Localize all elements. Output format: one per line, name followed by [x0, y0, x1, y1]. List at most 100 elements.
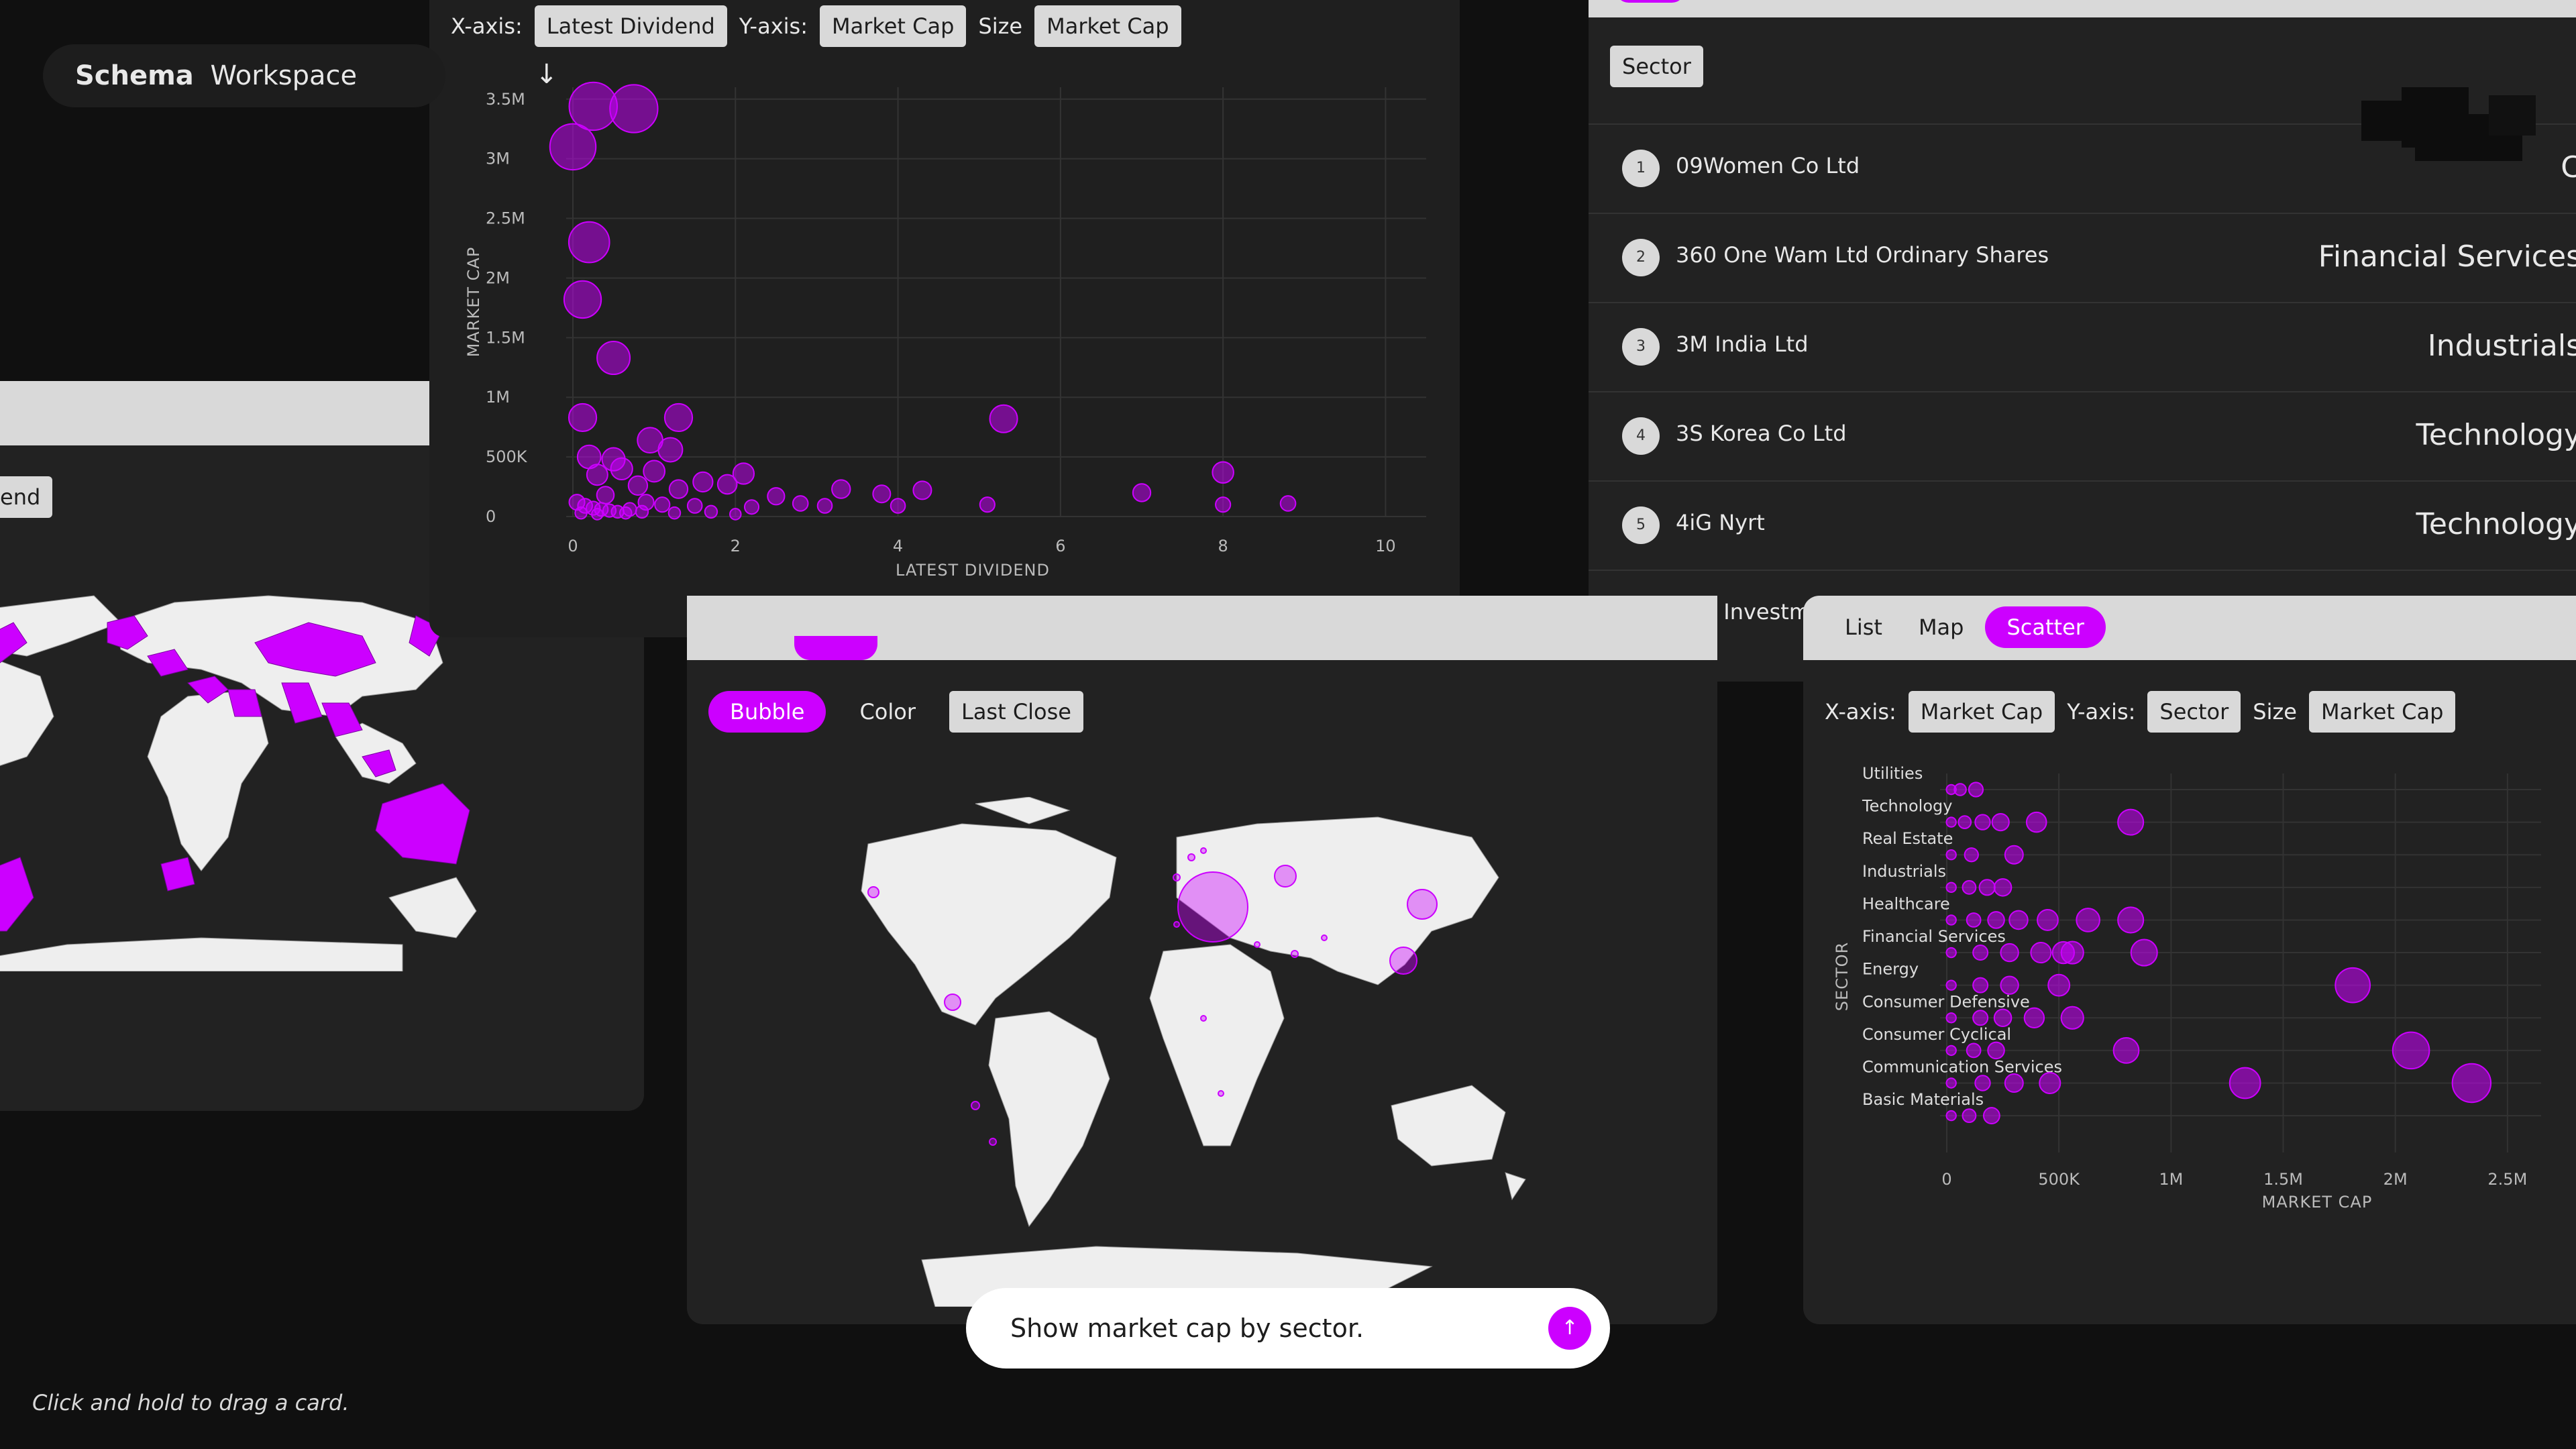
- row-number: 4: [1622, 417, 1660, 455]
- data-point: [1993, 1008, 2012, 1028]
- data-point: [1991, 813, 2010, 832]
- yaxis-select[interactable]: Sector: [2147, 691, 2241, 733]
- data-point: [2112, 1037, 2140, 1064]
- data-point: [979, 496, 996, 513]
- sector-scatter-controls: X-axis: Market Cap Y-axis: Sector Size M…: [1825, 691, 2456, 733]
- data-point: [586, 464, 608, 486]
- data-point: [1945, 1110, 1957, 1122]
- data-point: [743, 499, 760, 515]
- workspace-brand[interactable]: Schema Workspace: [43, 44, 445, 107]
- y-tick-label: Healthcare: [1862, 894, 1950, 913]
- left-card-chip[interactable]: end: [0, 476, 53, 518]
- company-sector: Financial Services: [2318, 239, 2576, 274]
- data-point: [2130, 938, 2158, 967]
- y-tick-label: 1.5M: [486, 328, 525, 347]
- data-point: [1945, 1077, 1957, 1089]
- tab-list[interactable]: List: [1830, 606, 1897, 648]
- data-point: [792, 495, 809, 512]
- sector-scatter-chart: 0 500K 1M 1.5M 2M 2.5M Utilities Technology Real…: [1833, 764, 2541, 1212]
- y-tick-label: Utilities: [1862, 764, 1923, 783]
- company-list-card[interactable]: Sector 1 09Women Co Ltd C 2 360 One Wam Ltd …: [1589, 0, 2576, 682]
- xaxis-select[interactable]: Latest Dividend: [534, 5, 727, 47]
- list-item[interactable]: 2 360 One Wam Ltd Ordinary Shares Financia…: [1589, 213, 2576, 302]
- map-card-active-tab-hint: [794, 636, 877, 660]
- data-point: [1945, 914, 1957, 926]
- sector-column-chip[interactable]: Sector: [1610, 46, 1703, 87]
- data-point: [2000, 943, 2019, 963]
- brand-name: Schema: [75, 60, 194, 91]
- y-axis-label: SECTOR: [1833, 942, 1851, 1011]
- view-tabs: List Map Scatter: [1830, 606, 2106, 648]
- data-point: [1993, 878, 2012, 897]
- company-sector: Technology: [2416, 507, 2576, 541]
- data-point: [1964, 847, 1979, 863]
- row-number: 1: [1622, 150, 1660, 187]
- company-name: 3M India Ltd: [1676, 331, 1809, 357]
- data-point: [1215, 496, 1232, 513]
- xaxis-select[interactable]: Market Cap: [1908, 691, 2055, 733]
- x-tick-label: 1M: [2159, 1170, 2183, 1189]
- x-tick-label: 6: [1055, 537, 1065, 555]
- data-point: [657, 437, 684, 463]
- data-point: [1945, 849, 1957, 861]
- send-button[interactable]: ↑: [1548, 1307, 1591, 1350]
- data-point: [1982, 1107, 2000, 1125]
- data-point: [1972, 977, 1989, 994]
- data-point: [1953, 783, 1967, 796]
- data-point: [2025, 811, 2047, 833]
- data-point: [2008, 910, 2029, 930]
- data-point: [609, 84, 659, 133]
- data-point: [596, 341, 631, 376]
- tab-color[interactable]: Color: [838, 691, 937, 733]
- y-tick-label: 0: [486, 507, 496, 526]
- y-tick-label: Financial Services: [1862, 927, 2006, 946]
- data-point: [568, 221, 610, 264]
- size-select[interactable]: Market Cap: [1034, 5, 1181, 47]
- sector-scatter-card[interactable]: List Map Scatter X-axis: Market Cap Y-ax…: [1803, 596, 2576, 1324]
- xaxis-label: X-axis:: [451, 13, 523, 39]
- x-tick-label: 2M: [2383, 1170, 2408, 1189]
- y-tick-label: Energy: [1862, 960, 1919, 979]
- left-world-map: [0, 595, 477, 971]
- data-point: [627, 475, 649, 496]
- data-point: [668, 479, 689, 499]
- x-tick-label: 500K: [2038, 1170, 2080, 1189]
- prompt-input[interactable]: Show market cap by sector.: [1010, 1313, 1364, 1343]
- list-item[interactable]: 4 3S Korea Co Ltd Technology: [1589, 391, 2576, 480]
- data-point: [1945, 979, 1957, 991]
- y-tick-label: Communication Services: [1862, 1058, 2062, 1077]
- data-point: [2023, 1007, 2045, 1028]
- list-item[interactable]: 5 4iG Nyrt Technology: [1589, 480, 2576, 570]
- list-item[interactable]: 3 3M India Ltd Industrials: [1589, 302, 2576, 391]
- drag-hint: Click and hold to drag a card.: [32, 1390, 350, 1415]
- data-point: [890, 498, 906, 514]
- tab-bubble[interactable]: Bubble: [708, 691, 826, 733]
- data-point: [1212, 461, 1234, 484]
- metric-select[interactable]: Last Close: [949, 691, 1083, 733]
- data-point: [1987, 1041, 2005, 1060]
- data-point: [1974, 1075, 1991, 1091]
- data-point: [1945, 1044, 1957, 1057]
- x-tick-label: 2: [731, 537, 741, 555]
- data-point: [1132, 483, 1152, 502]
- list-active-tab-hint: [1615, 0, 1685, 3]
- dividend-scatter-card[interactable]: X-axis: Latest Dividend Y-axis: Market C…: [429, 0, 1460, 637]
- bubble-map-card[interactable]: Bubble Color Last Close: [687, 596, 1717, 1324]
- tab-map[interactable]: Map: [1904, 606, 1979, 648]
- xaxis-label: X-axis:: [1825, 699, 1896, 724]
- yaxis-select[interactable]: Market Cap: [819, 5, 967, 47]
- y-tick-label: Consumer Cyclical: [1862, 1025, 2011, 1044]
- company-sector: C: [2561, 150, 2576, 184]
- y-tick-label: 3.5M: [486, 90, 525, 109]
- data-point: [622, 502, 637, 517]
- data-point: [816, 498, 833, 514]
- size-select[interactable]: Market Cap: [2308, 691, 2456, 733]
- data-point: [2039, 1071, 2061, 1095]
- tab-scatter[interactable]: Scatter: [1985, 606, 2106, 648]
- y-tick-label: 1M: [486, 388, 510, 407]
- yaxis-label: Y-axis:: [2067, 699, 2136, 724]
- data-point: [1978, 879, 1996, 896]
- data-point: [1974, 814, 1991, 830]
- data-point: [831, 479, 851, 499]
- prompt-bar[interactable]: Show market cap by sector. ↑: [966, 1288, 1610, 1368]
